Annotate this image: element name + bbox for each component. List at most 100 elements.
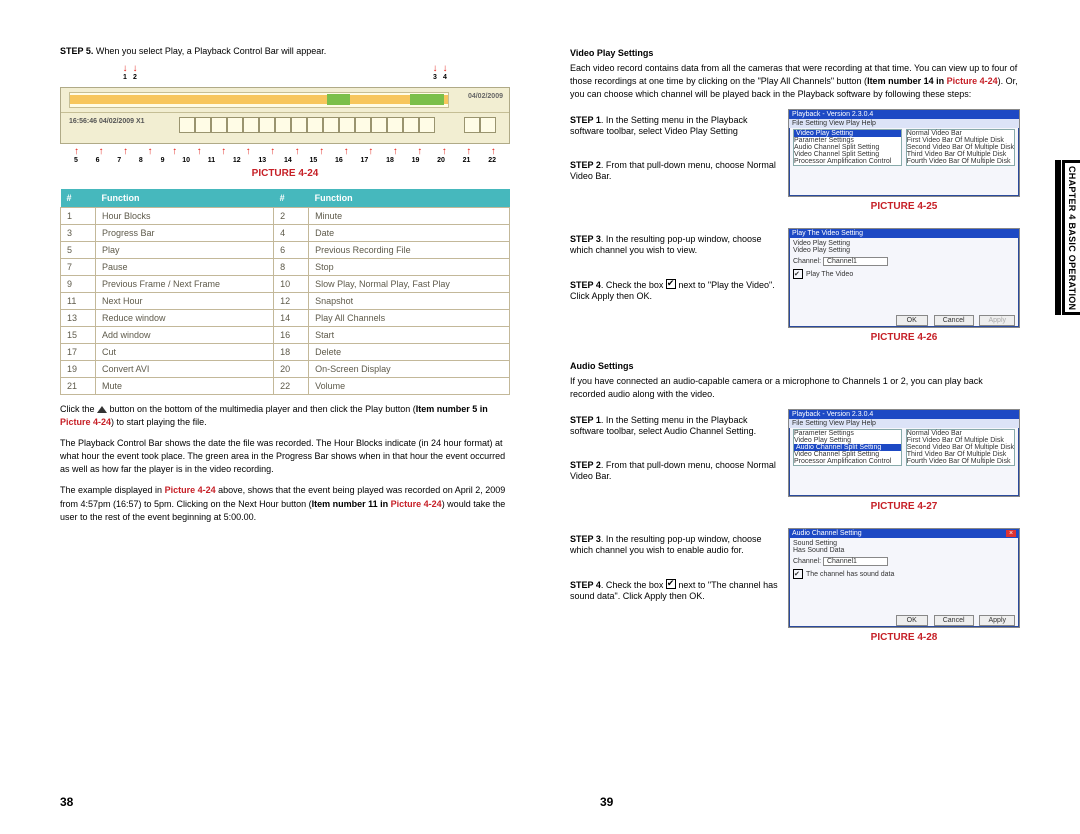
channel-select[interactable]: Channel1 <box>823 257 888 266</box>
para-click-play: Click the button on the bottom of the mu… <box>60 403 510 429</box>
screenshot-4-27: Playback - Version 2.3.0.4 File Setting … <box>788 409 1020 497</box>
screenshot-4-26: Play The Video Setting Video Play Settin… <box>788 228 1020 328</box>
table-row: 10 <box>274 276 309 293</box>
checkbox-icon: ✔ <box>666 279 676 289</box>
table-row: 12 <box>274 293 309 310</box>
table-row: 7 <box>61 259 96 276</box>
cancel-button[interactable]: Cancel <box>934 615 974 626</box>
table-row: 19 <box>61 361 96 378</box>
chapter-side-tab: CHAPTER 4 BASIC OPERATION <box>1062 160 1080 315</box>
triangle-up-icon <box>97 406 107 413</box>
table-row: 13 <box>61 310 96 327</box>
playback-control-bar-mock: 04/02/2009 16:56:46 04/02/2009 X1 <box>60 87 510 144</box>
table-row: Convert AVI <box>96 361 274 378</box>
audio-settings-intro: If you have connected an audio-capable c… <box>570 375 1020 401</box>
page-39-number: 39 <box>600 795 1020 809</box>
step-5-prefix: STEP 5. <box>60 46 93 56</box>
vps-step-4: STEP 4. Check the box ✔ next to "Play th… <box>570 279 780 303</box>
channel-select[interactable]: Channel1 <box>823 557 888 566</box>
picture-4-27-caption: PICTURE 4-27 <box>788 501 1020 512</box>
audio-settings-heading: Audio Settings <box>570 361 1020 371</box>
callout-3: 3 <box>430 63 440 81</box>
checkbox-icon[interactable]: ✔ <box>793 569 803 579</box>
ctrl-date: 04/02/2009 <box>468 93 503 100</box>
video-play-settings-heading: Video Play Settings <box>570 48 1020 58</box>
table-row: 3 <box>61 225 96 242</box>
callout-4: 4 <box>440 63 450 81</box>
table-row: Previous Recording File <box>309 242 510 259</box>
callout-2: 2 <box>130 63 140 81</box>
table-row: Reduce window <box>96 310 274 327</box>
table-row: Next Hour <box>96 293 274 310</box>
table-row: Hour Blocks <box>96 208 274 225</box>
table-row: 16 <box>274 327 309 344</box>
table-row: 5 <box>61 242 96 259</box>
table-row: 6 <box>274 242 309 259</box>
table-row: Minute <box>309 208 510 225</box>
screenshot-4-25: Playback - Version 2.3.0.4 File Setting … <box>788 109 1020 197</box>
table-row: 15 <box>61 327 96 344</box>
table-row: 1 <box>61 208 96 225</box>
side-tab-accent <box>1055 160 1061 315</box>
apply-button[interactable]: Apply <box>979 315 1015 326</box>
table-row: Slow Play, Normal Play, Fast Play <box>309 276 510 293</box>
table-row: Add window <box>96 327 274 344</box>
th-func-1: Function <box>96 189 274 208</box>
page-38-number: 38 <box>60 795 73 809</box>
vps-step-1: STEP 1. In the Setting menu in the Playb… <box>570 115 780 138</box>
top-callout-arrows: 1 2 3 4 <box>120 63 450 81</box>
table-row: Stop <box>309 259 510 276</box>
para-playback-bar: The Playback Control Bar shows the date … <box>60 437 510 476</box>
aud-step-1: STEP 1. In the Setting menu in the Playb… <box>570 415 780 438</box>
bottom-callout-arrows <box>74 146 496 157</box>
table-row: On-Screen Display <box>309 361 510 378</box>
picture-4-24-caption: PICTURE 4-24 <box>60 168 510 179</box>
vps-step-2: STEP 2. From that pull-down menu, choose… <box>570 160 780 183</box>
aud-step-2: STEP 2. From that pull-down menu, choose… <box>570 460 780 483</box>
picture-4-25-caption: PICTURE 4-25 <box>788 201 1020 212</box>
th-func-2: Function <box>309 189 510 208</box>
step-5-line: STEP 5. When you select Play, a Playback… <box>60 46 510 57</box>
th-num-2: # <box>274 189 309 208</box>
table-row: 9 <box>61 276 96 293</box>
ok-button[interactable]: OK <box>896 615 928 626</box>
page-39: Video Play Settings Each video record co… <box>540 0 1080 834</box>
page-38: STEP 5. When you select Play, a Playback… <box>0 0 540 834</box>
ctrl-bottom: 16:56:46 04/02/2009 X1 <box>69 114 501 136</box>
picture-4-28-caption: PICTURE 4-28 <box>788 632 1020 643</box>
close-icon[interactable]: × <box>1006 530 1016 537</box>
apply-button[interactable]: Apply <box>979 615 1015 626</box>
ctrl-top: 04/02/2009 <box>61 88 509 113</box>
table-row: 4 <box>274 225 309 242</box>
function-table: # Function # Function 1 Hour Blocks 2 Mi… <box>60 189 510 395</box>
table-row: 20 <box>274 361 309 378</box>
table-row: 8 <box>274 259 309 276</box>
table-row: Cut <box>96 344 274 361</box>
table-row: 18 <box>274 344 309 361</box>
bottom-callout-labels: 56789 10 11121314151617181920 2122 <box>74 157 496 164</box>
table-row: Date <box>309 225 510 242</box>
table-row: Play <box>96 242 274 259</box>
checkbox-icon: ✔ <box>666 579 676 589</box>
checkbox-icon[interactable]: ✔ <box>793 269 803 279</box>
ctrl-timestamp: 16:56:46 04/02/2009 X1 <box>69 118 145 125</box>
table-row: Start <box>309 327 510 344</box>
table-row: 11 <box>61 293 96 310</box>
vps-step-3: STEP 3. In the resulting pop-up window, … <box>570 234 780 257</box>
table-row: Mute <box>96 378 274 395</box>
table-row: Delete <box>309 344 510 361</box>
aud-step-4: STEP 4. Check the box ✔ next to "The cha… <box>570 579 780 603</box>
picture-4-26-caption: PICTURE 4-26 <box>788 332 1020 343</box>
table-row: 14 <box>274 310 309 327</box>
table-row: Pause <box>96 259 274 276</box>
table-row: 22 <box>274 378 309 395</box>
screenshot-4-28: Audio Channel Setting× Sound Setting Has… <box>788 528 1020 628</box>
table-row: 2 <box>274 208 309 225</box>
ok-button[interactable]: OK <box>896 315 928 326</box>
table-row: Volume <box>309 378 510 395</box>
hour-ruler <box>69 92 449 108</box>
cancel-button[interactable]: Cancel <box>934 315 974 326</box>
table-row: Progress Bar <box>96 225 274 242</box>
table-row: Snapshot <box>309 293 510 310</box>
table-row: Previous Frame / Next Frame <box>96 276 274 293</box>
